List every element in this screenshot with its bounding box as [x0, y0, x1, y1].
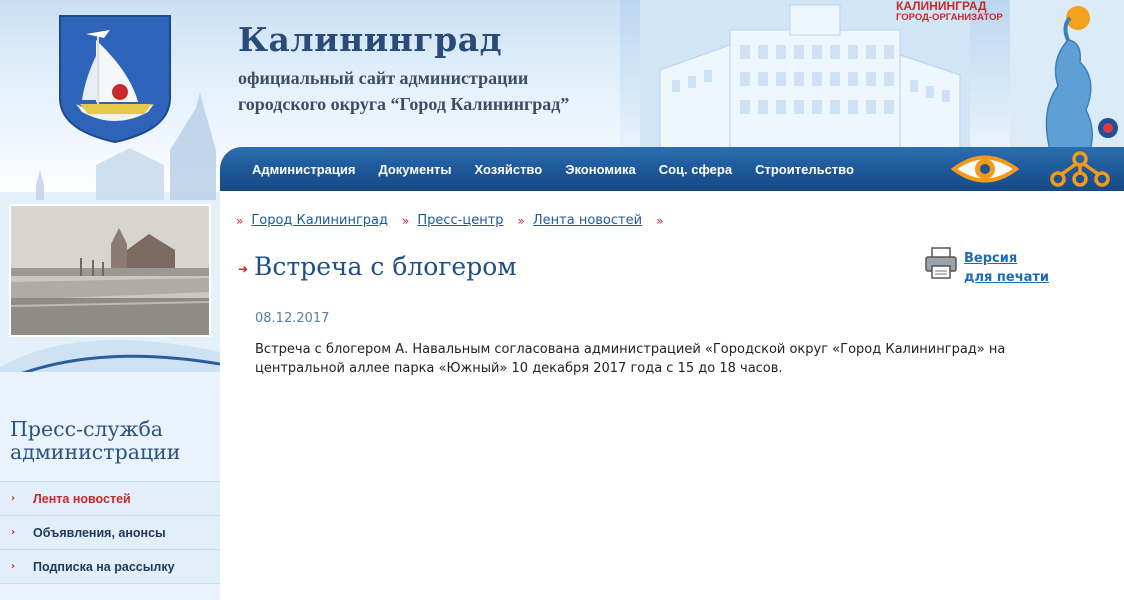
breadcrumb: » Город Калининград » Пресс-центр » Лент…: [236, 213, 671, 228]
sidebar-item-subscription[interactable]: › Подписка на рассылку: [0, 549, 220, 584]
mascot-sculpture-image[interactable]: [1010, 0, 1124, 150]
sidebar-item-announcements[interactable]: › Объявления, анонсы: [0, 515, 220, 549]
breadcrumb-home[interactable]: Город Калининград: [251, 213, 388, 228]
cathedral-photo: [9, 204, 211, 337]
breadcrumb-news-feed[interactable]: Лента новостей: [533, 213, 642, 228]
sitemap-icon[interactable]: [1048, 151, 1112, 187]
press-service-title-line1: Пресс-служба: [10, 417, 164, 441]
sidebar-item-label: Лента новостей: [33, 491, 131, 506]
site-subtitle-line2: городского округа “Город Калининград”: [238, 94, 570, 114]
sidebar-item-label: Объявления, анонсы: [33, 525, 166, 540]
print-version-line1: Версия: [964, 251, 1018, 266]
title-bullet-icon: ➜: [238, 262, 249, 276]
breadcrumb-press-center[interactable]: Пресс-центр: [417, 213, 503, 228]
article-text: Встреча с блогером А. Навальным согласов…: [255, 342, 1006, 376]
host-city-badge[interactable]: КАЛИНИНГРАД ГОРОД-ОРГАНИЗАТОР: [896, 0, 1003, 23]
sidebar-item-label: Подписка на рассылку: [33, 559, 175, 574]
sidebar-menu: › Лента новостей › Объявления, анонсы › …: [0, 481, 220, 584]
site-name[interactable]: Калининград: [238, 20, 502, 59]
press-service-title-line2: администрации: [10, 440, 181, 464]
main-navigation: Администрация Документы Хозяйство Эконом…: [220, 147, 1124, 191]
breadcrumb-arrow-icon: »: [517, 213, 525, 228]
printer-icon[interactable]: [924, 246, 958, 280]
chevron-right-icon: ›: [11, 561, 16, 572]
page-title: Встреча с блогером: [254, 252, 517, 281]
chevron-right-icon: ›: [11, 493, 16, 504]
print-version-line2: для печати: [964, 270, 1050, 285]
host-city-subtitle: ГОРОД-ОРГАНИЗАТОР: [896, 12, 1003, 23]
print-version-link[interactable]: Версия для печати: [964, 249, 1049, 287]
nav-menu: Администрация Документы Хозяйство Эконом…: [252, 147, 877, 191]
nav-item-administration[interactable]: Администрация: [252, 162, 355, 177]
nav-item-construction[interactable]: Строительство: [755, 162, 854, 177]
nav-item-economics[interactable]: Экономика: [565, 162, 636, 177]
eye-icon[interactable]: [950, 150, 1020, 188]
site-subtitle-line1: официальный сайт администрации: [238, 68, 529, 88]
breadcrumb-arrow-icon: »: [656, 213, 664, 228]
host-city-title: КАЛИНИНГРАД: [896, 0, 987, 13]
sidebar-item-news-feed[interactable]: › Лента новостей: [0, 481, 220, 515]
article-date: 08.12.2017: [255, 311, 330, 326]
breadcrumb-arrow-icon: »: [236, 213, 244, 228]
nav-item-documents[interactable]: Документы: [378, 162, 451, 177]
nav-item-social-sphere[interactable]: Соц. сфера: [659, 162, 732, 177]
press-service-title: Пресс-служба администрации: [10, 418, 180, 464]
cathedral-silhouette: [36, 92, 216, 200]
breadcrumb-arrow-icon: »: [402, 213, 410, 228]
chevron-right-icon: ›: [11, 527, 16, 538]
nav-item-economy-services[interactable]: Хозяйство: [475, 162, 543, 177]
